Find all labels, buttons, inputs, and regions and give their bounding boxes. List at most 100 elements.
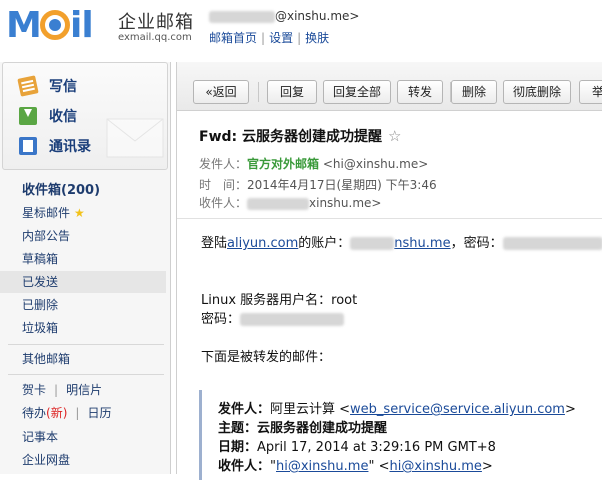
compose-label: 写信 xyxy=(49,79,77,95)
from-label: 发件人： xyxy=(199,157,248,171)
quote-date-line: 日期：April 17, 2014 at 3:29:16 PM GMT+8 xyxy=(218,436,496,455)
todo-calendar-row: 待办(新) | 日历 xyxy=(0,402,166,424)
receive-button[interactable]: 收信 xyxy=(19,105,77,127)
logo-letters-il: il xyxy=(70,5,94,46)
inbox-download-icon xyxy=(19,107,37,125)
top-header: M il 企业邮箱 exmail.qq.com @xinshu.me> 邮箱首页… xyxy=(0,0,602,60)
quote-to-line: 收件人："hi@xinshu.me" <hi@xinshu.me> xyxy=(218,455,493,474)
notes-link[interactable]: 记事本 xyxy=(0,426,166,448)
body-text: 的账户： xyxy=(298,236,351,251)
quote-text: " < xyxy=(368,459,390,474)
folder-starred[interactable]: 星标邮件 ★ xyxy=(0,202,166,224)
body-text: ，密码： xyxy=(450,236,503,251)
folder-other-mailbox[interactable]: 其他邮箱 xyxy=(0,348,166,370)
sidebar: 写信 收信 通讯录 收件箱(200) 星标邮件 ★ 内部公告 草稿箱 已发送 已删… xyxy=(0,62,171,474)
quote-from-label: 发件人： xyxy=(218,402,271,417)
folder-sent[interactable]: 已发送 xyxy=(0,271,166,293)
redacted-recipient xyxy=(247,197,310,210)
user-email: @xinshu.me> xyxy=(209,9,359,23)
quote-date-value: April 17, 2014 at 3:29:16 PM GMT+8 xyxy=(257,440,496,455)
quote-subject-line: 主题：云服务器创建成功提醒 xyxy=(218,417,387,436)
quote-to-label: 收件人： xyxy=(218,459,271,474)
redacted-server-password xyxy=(240,313,345,326)
sender-name[interactable]: 官方对外邮箱 xyxy=(247,157,319,171)
quote-subject-label: 主题： xyxy=(218,421,258,436)
recipient-domain: xinshu.me> xyxy=(309,196,382,210)
reply-all-button[interactable]: 回复全部 xyxy=(323,80,391,104)
star-outline-icon[interactable]: ☆ xyxy=(388,127,401,145)
sidebar-divider xyxy=(8,344,164,345)
netdisk-link[interactable]: 企业网盘 xyxy=(0,449,166,471)
redacted-username xyxy=(209,10,275,23)
todo-new-badge: (新) xyxy=(46,406,68,420)
folder-announcements[interactable]: 内部公告 xyxy=(0,225,166,247)
quote-to-link[interactable]: hi@xinshu.me xyxy=(389,459,481,474)
compose-icon xyxy=(17,75,39,97)
body-text: 密码： xyxy=(201,312,241,327)
recipient-line: 收件人： xinshu.me> xyxy=(199,194,381,211)
address-book-icon xyxy=(19,137,37,155)
redacted-password xyxy=(502,237,602,250)
reply-button[interactable]: 回复 xyxy=(267,80,317,104)
starred-label: 星标邮件 xyxy=(22,206,71,220)
quote-to-link[interactable]: hi@xinshu.me xyxy=(276,459,368,474)
link-separator: | xyxy=(297,31,302,45)
pipe-separator: | xyxy=(75,406,80,420)
toolbar-separator xyxy=(258,82,259,102)
time-value: 2014年4月17日(星期四) 下午3:46 xyxy=(247,178,437,192)
change-skin-link[interactable]: 换肤 xyxy=(305,31,329,45)
sender-address: <hi@xinshu.me> xyxy=(322,157,429,171)
compose-button[interactable]: 写信 xyxy=(17,75,77,97)
user-email-domain: @xinshu.me> xyxy=(275,9,360,23)
folder-deleted[interactable]: 已删除 xyxy=(0,294,166,316)
redacted-account xyxy=(350,237,395,250)
quote-from-email-link[interactable]: web_service@service.aliyun.com xyxy=(350,402,565,417)
quote-date-label: 日期： xyxy=(218,440,258,455)
delete-button[interactable]: 删除 xyxy=(451,80,497,104)
body-text: 登陆 xyxy=(201,236,228,251)
forwarded-quote: 发件人：阿里云计算 <web_service@service.aliyun.co… xyxy=(199,390,602,480)
folder-spam[interactable]: 垃圾箱 xyxy=(0,317,166,339)
star-icon: ★ xyxy=(74,206,85,220)
message-toolbar: «返回 回复 回复全部 转发 删除 彻底删除 举 xyxy=(177,62,602,111)
sidebar-divider xyxy=(8,374,164,375)
aliyun-link[interactable]: aliyun.com xyxy=(227,236,298,251)
header-divider xyxy=(177,218,602,219)
sender-line: 发件人：官方对外邮箱 <hi@xinshu.me> xyxy=(199,155,428,172)
top-links: 邮箱首页 | 设置 | 换肤 xyxy=(209,29,329,46)
quote-subject-value: 云服务器创建成功提醒 xyxy=(257,421,388,436)
folder-drafts[interactable]: 草稿箱 xyxy=(0,248,166,270)
link-separator: | xyxy=(261,31,266,45)
todo-label: 待办 xyxy=(22,406,47,420)
todo-link[interactable]: 待办(新) xyxy=(22,406,67,420)
brand-name: 企业邮箱 xyxy=(118,12,194,33)
quote-text: > xyxy=(481,459,493,474)
back-button[interactable]: «返回 xyxy=(193,80,249,104)
to-label: 收件人： xyxy=(199,196,248,210)
postcards-link[interactable]: 明信片 xyxy=(66,383,102,397)
message-subject: Fwd: 云服务器创建成功提醒 ☆ xyxy=(199,126,401,146)
settings-link[interactable]: 设置 xyxy=(269,31,293,45)
account-email-link[interactable]: nshu.me xyxy=(394,236,450,251)
pipe-separator: | xyxy=(54,383,59,397)
permanent-delete-button[interactable]: 彻底删除 xyxy=(503,80,571,104)
subject-text: Fwd: 云服务器创建成功提醒 xyxy=(199,129,382,145)
logo-o-ring-icon xyxy=(40,10,70,40)
greeting-cards-link[interactable]: 贺卡 xyxy=(22,383,46,397)
contacts-label: 通讯录 xyxy=(49,139,91,155)
body-account-line: 登陆aliyun.com的账户： nshu.me，密码： xyxy=(201,232,602,251)
body-forward-note: 下面是被转发的邮件： xyxy=(201,350,332,365)
message-view: «返回 回复 回复全部 转发 删除 彻底删除 举 Fwd: 云服务器创建成功提醒… xyxy=(176,62,602,480)
forward-button[interactable]: 转发 xyxy=(397,80,443,104)
brand-url: exmail.qq.com xyxy=(118,32,192,43)
body-linux-user-line: Linux 服务器用户名：root xyxy=(201,293,358,308)
mailbox-home-link[interactable]: 邮箱首页 xyxy=(209,31,257,45)
report-button[interactable]: 举 xyxy=(579,80,602,104)
calendar-link[interactable]: 日历 xyxy=(87,406,111,420)
contacts-button[interactable]: 通讯录 xyxy=(19,135,91,157)
quote-from-line: 发件人：阿里云计算 <web_service@service.aliyun.co… xyxy=(218,398,576,417)
quote-text: > xyxy=(564,402,576,417)
body-password-line: 密码： xyxy=(201,308,345,327)
folder-inbox[interactable]: 收件箱(200) xyxy=(0,180,166,202)
logo-letter-m: M xyxy=(6,5,42,46)
